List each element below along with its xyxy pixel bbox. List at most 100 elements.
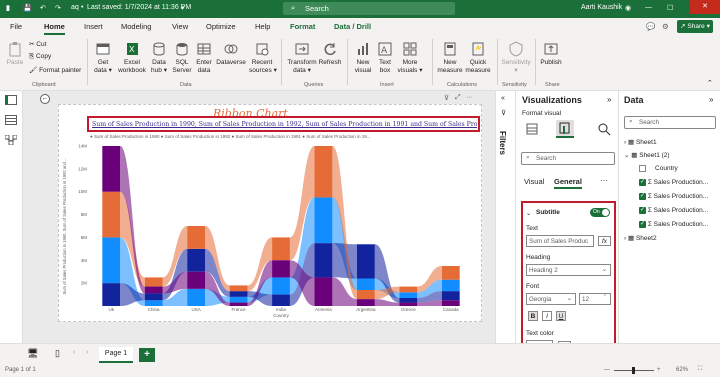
more-visuals-button[interactable]: More visuals ▾ bbox=[397, 41, 423, 75]
tab-optimize[interactable]: Optimize bbox=[206, 22, 236, 31]
chevron-down-icon[interactable]: ▾ bbox=[181, 4, 185, 12]
build-visual-icon[interactable] bbox=[526, 123, 538, 135]
text-box-button[interactable]: A Text box bbox=[376, 41, 394, 75]
subtitle-text-input[interactable]: Sum of Sales Produc bbox=[526, 235, 594, 247]
dataverse-button[interactable]: Dataverse bbox=[215, 41, 247, 67]
comment-icon[interactable]: 💬 bbox=[646, 22, 655, 31]
collapse-subtitle-icon[interactable]: ⌄ bbox=[526, 209, 531, 217]
tab-visual[interactable]: Visual bbox=[524, 177, 544, 186]
tab-insert[interactable]: Insert bbox=[84, 22, 103, 31]
tab-modeling[interactable]: Modeling bbox=[121, 22, 151, 31]
tab-data-drill[interactable]: Data / Drill bbox=[334, 22, 371, 31]
sensitivity-button[interactable]: Sensitivity ▾ bbox=[500, 41, 532, 75]
tab-file[interactable]: File bbox=[10, 22, 22, 31]
next-page-icon[interactable]: › bbox=[86, 349, 88, 356]
user-name[interactable]: Aarti Kaushik bbox=[581, 4, 622, 11]
transform-data-button[interactable]: Transform data ▾ bbox=[286, 41, 318, 75]
save-icon[interactable]: 💾 bbox=[23, 4, 32, 12]
zoom-in-icon[interactable]: + bbox=[657, 367, 661, 373]
cut-button[interactable]: ✂ Cut bbox=[29, 40, 46, 48]
field-sales-production-1[interactable]: ✓ Σ Sales Production... bbox=[639, 179, 708, 186]
sql-server-button[interactable]: SQL Server bbox=[172, 41, 192, 75]
tab-format[interactable]: Format bbox=[290, 22, 315, 31]
tab-help[interactable]: Help bbox=[255, 22, 270, 31]
maximize-icon[interactable]: ☐ bbox=[667, 4, 673, 12]
avatar-icon[interactable]: ◉ bbox=[625, 4, 631, 12]
add-page-button[interactable]: + bbox=[139, 348, 155, 362]
table-sheet2[interactable]: › ▦ Sheet2 bbox=[624, 234, 657, 242]
back-arrow-icon[interactable]: ← bbox=[40, 94, 50, 104]
table-sheet1-2[interactable]: ⌄ ▦ Sheet1 (2) bbox=[624, 151, 670, 159]
field-sales-production-2[interactable]: ✓ Σ Sales Production... bbox=[639, 193, 708, 200]
title-search-input[interactable]: ⌕ Search bbox=[283, 2, 455, 15]
chevron-right-icon[interactable]: » bbox=[607, 95, 611, 104]
mobile-layout-icon[interactable]: ▯ bbox=[55, 348, 60, 359]
analytics-icon[interactable] bbox=[597, 122, 611, 136]
publish-button[interactable]: Publish bbox=[538, 41, 564, 67]
checkbox[interactable] bbox=[639, 165, 646, 172]
focus-mode-icon[interactable]: ⤢ bbox=[455, 94, 461, 102]
checkbox-checked[interactable]: ✓ bbox=[639, 221, 646, 228]
checkbox-checked[interactable]: ✓ bbox=[639, 193, 646, 200]
data-search-input[interactable]: ⌕ Search bbox=[624, 116, 716, 129]
fx-button[interactable]: fx bbox=[598, 236, 611, 246]
field-sales-production-3[interactable]: ✓ Σ Sales Production... bbox=[639, 207, 708, 214]
italic-button[interactable]: I bbox=[542, 311, 552, 321]
more-options-button[interactable]: ··· bbox=[600, 176, 608, 185]
table-sheet1[interactable]: › ▦ Sheet1 bbox=[624, 138, 657, 146]
chevron-left-icon[interactable]: « bbox=[501, 95, 505, 102]
chevron-right-icon[interactable]: » bbox=[709, 95, 713, 104]
underline-button[interactable]: U bbox=[556, 311, 566, 321]
data-hub-button[interactable]: Data hub ▾ bbox=[150, 41, 168, 75]
redo-icon[interactable]: ↷ bbox=[55, 4, 61, 12]
copy-button[interactable]: ⎘ Copy bbox=[29, 53, 51, 61]
zoom-slider[interactable] bbox=[614, 367, 654, 374]
format-visual-icon[interactable] bbox=[556, 120, 574, 138]
page-tab-1[interactable]: Page 1 bbox=[99, 347, 133, 363]
filter-icon[interactable]: ⊽ bbox=[444, 94, 449, 102]
table-view-icon[interactable] bbox=[5, 115, 17, 125]
bold-button[interactable]: B bbox=[528, 311, 538, 321]
x-tick-label: France bbox=[232, 307, 247, 312]
zoom-slider-thumb[interactable] bbox=[632, 367, 635, 374]
checkbox-checked[interactable]: ✓ bbox=[639, 179, 646, 186]
share-button[interactable]: ↗ Share ▾ bbox=[677, 20, 713, 33]
collapse-ribbon-icon[interactable]: ⌃ bbox=[707, 79, 713, 87]
tab-home[interactable]: Home bbox=[44, 22, 65, 35]
stepper-icon[interactable]: ⌃ bbox=[603, 294, 607, 300]
settings-icon[interactable]: ⚙ bbox=[662, 22, 669, 31]
field-country[interactable]: Country bbox=[639, 165, 678, 172]
recent-sources-button[interactable]: Recent sources ▾ bbox=[249, 41, 277, 75]
field-sales-production-4[interactable]: ✓ Σ Sales Production... bbox=[639, 221, 708, 228]
enter-data-button[interactable]: Enter data bbox=[195, 41, 213, 75]
zoom-out-icon[interactable]: — bbox=[604, 367, 610, 373]
heading-select[interactable]: Heading 2 ⌄ bbox=[526, 264, 611, 276]
desktop-layout-icon[interactable]: 🖥 bbox=[27, 348, 38, 359]
toggle-label: On bbox=[593, 209, 600, 215]
font-family-select[interactable]: Georgia ⌄ bbox=[526, 293, 576, 305]
refresh-button[interactable]: Refresh bbox=[318, 41, 342, 67]
new-measure-button[interactable]: New measure bbox=[436, 41, 464, 75]
model-view-icon[interactable] bbox=[4, 134, 18, 146]
tab-general[interactable]: General bbox=[554, 177, 582, 189]
paste-button[interactable]: Paste bbox=[6, 41, 24, 67]
quick-measure-button[interactable]: Quick measure bbox=[464, 41, 492, 75]
viz-search-input[interactable]: ⌕ Search bbox=[521, 152, 615, 165]
get-data-button[interactable]: Get data ▾ bbox=[92, 41, 114, 75]
format-painter-button[interactable]: 🖌 Format painter bbox=[29, 66, 81, 74]
prev-page-icon[interactable]: ‹ bbox=[73, 349, 75, 356]
fit-page-icon[interactable]: ⛶ bbox=[698, 366, 702, 373]
report-view-icon[interactable] bbox=[5, 95, 17, 105]
subtitle-toggle[interactable]: On bbox=[590, 208, 610, 217]
tab-view[interactable]: View bbox=[172, 22, 188, 31]
ribbon-chart[interactable]: Sum of Sales Production in 1990, Sum of … bbox=[60, 138, 480, 318]
filters-pane-collapsed[interactable]: « ⊽ Filters bbox=[495, 91, 515, 343]
more-options-icon[interactable]: ··· bbox=[466, 94, 473, 101]
excel-workbook-button[interactable]: X Excel workbook bbox=[117, 41, 147, 75]
checkbox-checked[interactable]: ✓ bbox=[639, 207, 646, 214]
font-size-input[interactable]: 12 ⌃ bbox=[579, 293, 611, 305]
close-icon[interactable]: ✕ bbox=[690, 0, 720, 14]
minimize-icon[interactable]: — bbox=[645, 4, 652, 11]
undo-icon[interactable]: ↶ bbox=[40, 4, 46, 12]
new-visual-button[interactable]: New visual bbox=[352, 41, 374, 75]
